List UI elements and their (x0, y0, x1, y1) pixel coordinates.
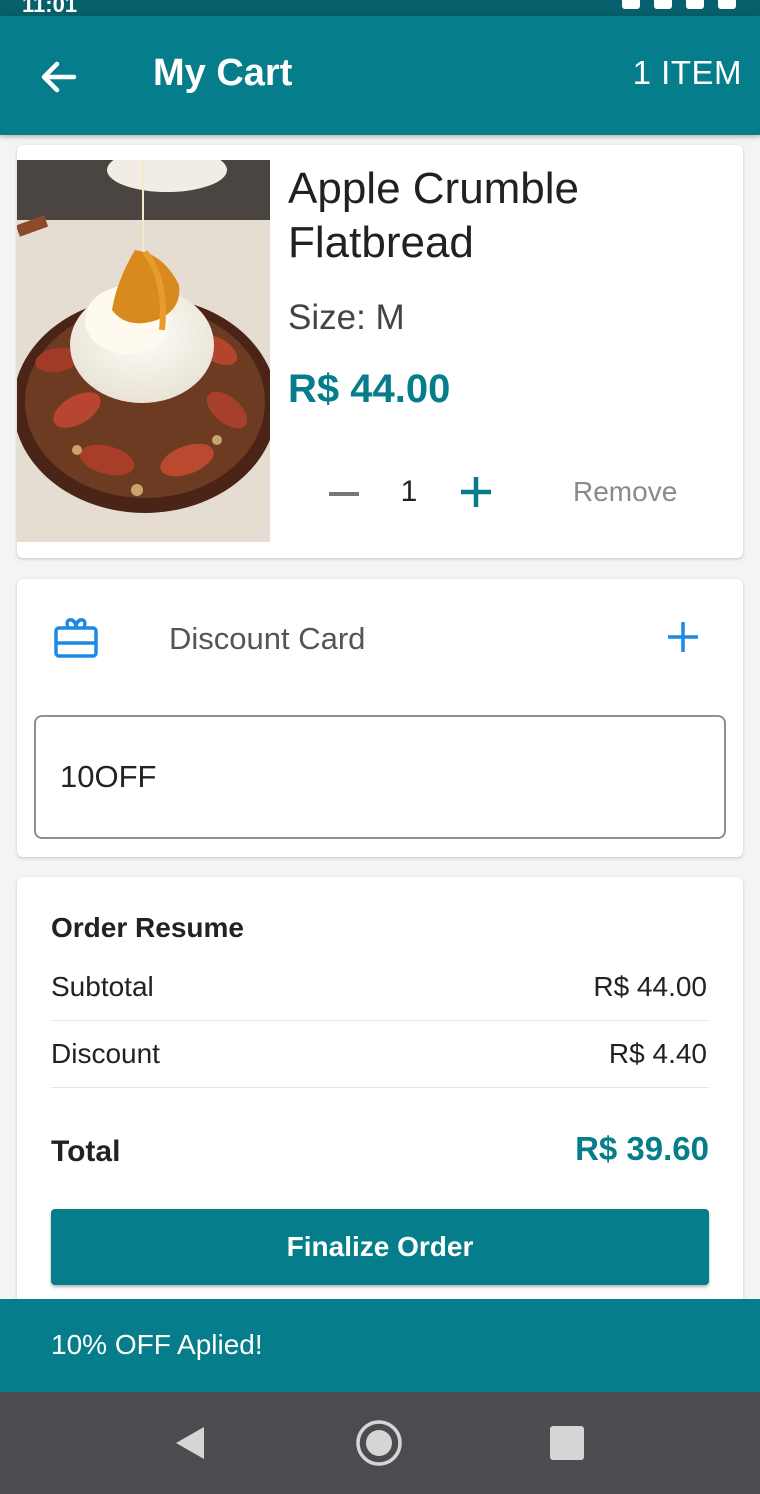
add-discount-plus-icon[interactable] (665, 619, 701, 655)
discount-row: Discount R$ 4.40 (51, 1022, 709, 1088)
product-image (17, 160, 270, 542)
gift-card-icon (53, 617, 99, 659)
subtotal-row: Subtotal R$ 44.00 (51, 955, 709, 1021)
order-summary-title: Order Resume (51, 912, 244, 943)
product-name: Apple Crumble Flatbread (288, 164, 580, 267)
discount-code-input[interactable] (34, 715, 726, 839)
cart-item-card: Apple Crumble Flatbread Size: M R$ 44.00… (17, 145, 743, 558)
app-bar: My Cart 1 ITEM (0, 16, 760, 135)
cart-item-count: 1 ITEM (632, 54, 742, 91)
nav-home-icon[interactable] (355, 1419, 403, 1467)
nav-recent-apps-icon[interactable] (550, 1426, 584, 1460)
snackbar-message: 10% OFF Aplied! (51, 1329, 263, 1360)
status-time: 11:01 (22, 0, 78, 16)
discount-value: R$ 4.40 (608, 1038, 707, 1069)
nav-back-icon[interactable] (172, 1425, 208, 1461)
total-value: R$ 39.60 (575, 1130, 709, 1167)
discount-card-section: Discount Card (17, 579, 743, 857)
product-price: R$ 44.00 (288, 367, 451, 411)
back-arrow-icon[interactable] (36, 54, 82, 100)
subtotal-value: R$ 44.00 (593, 971, 707, 1002)
status-icons (622, 0, 736, 9)
remove-button[interactable]: Remove (573, 476, 677, 508)
order-summary-card: Order Resume Subtotal R$ 44.00 Discount … (17, 877, 743, 1307)
quantity-value: 1 (400, 475, 418, 508)
status-bar: 11:01 (0, 0, 760, 16)
discount-label: Discount (51, 1038, 160, 1069)
increase-quantity-plus-icon[interactable] (457, 473, 495, 511)
page-title: My Cart (153, 52, 293, 94)
system-nav-bar (0, 1392, 760, 1494)
product-size: Size: M (288, 298, 405, 337)
discount-card-label: Discount Card (169, 621, 366, 656)
finalize-order-button[interactable]: Finalize Order (51, 1209, 709, 1285)
decrease-quantity-minus-icon[interactable] (325, 475, 363, 513)
subtotal-label: Subtotal (51, 971, 154, 1002)
total-label: Total (51, 1135, 121, 1168)
snackbar: 10% OFF Aplied! (0, 1299, 760, 1392)
